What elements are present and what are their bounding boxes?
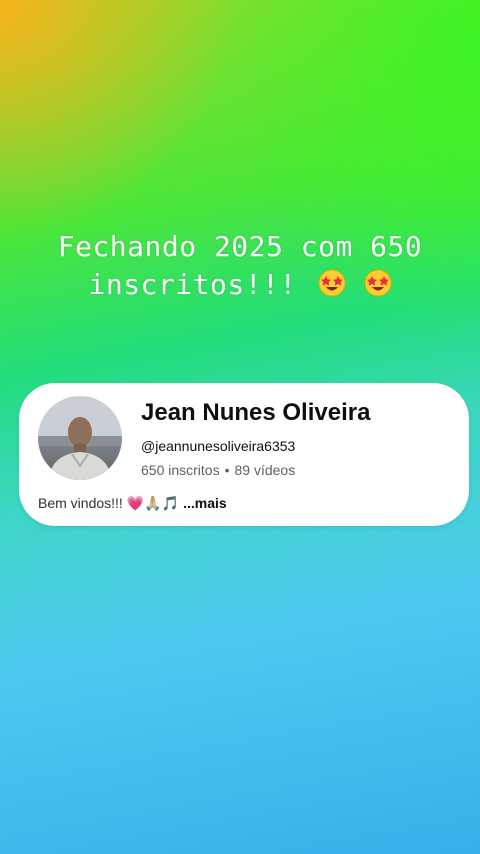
channel-avatar[interactable] <box>38 396 122 480</box>
channel-name[interactable]: Jean Nunes Oliveira <box>141 399 370 427</box>
headline-text: Fechando 2025 com 650 inscritos!!! <box>0 228 480 304</box>
headline-line-2-wrap: inscritos!!! <box>0 266 480 304</box>
person-photo-icon <box>38 396 122 480</box>
headline-line-1: Fechando 2025 com 650 <box>57 230 423 263</box>
subscriber-count: 650 inscritos <box>141 462 220 478</box>
headline-line-2: inscritos!!! <box>88 268 297 301</box>
channel-stats: 650 inscritos • 89 vídeos <box>141 462 295 478</box>
channel-card[interactable]: Jean Nunes Oliveira @jeannunesoliveira63… <box>19 383 469 526</box>
star-struck-face-icon <box>318 269 346 297</box>
description-emojis: 💗🙏🏼🎵 <box>126 495 180 511</box>
channel-handle: @jeannunesoliveira6353 <box>141 438 296 454</box>
channel-description[interactable]: Bem vindos!!! 💗🙏🏼🎵 ...mais <box>38 495 227 512</box>
more-link[interactable]: ...mais <box>183 495 227 511</box>
video-count: 89 vídeos <box>234 462 296 478</box>
star-struck-face-icon <box>364 269 391 297</box>
description-text: Bem vindos!!! <box>38 495 123 511</box>
stats-separator: • <box>224 462 230 478</box>
